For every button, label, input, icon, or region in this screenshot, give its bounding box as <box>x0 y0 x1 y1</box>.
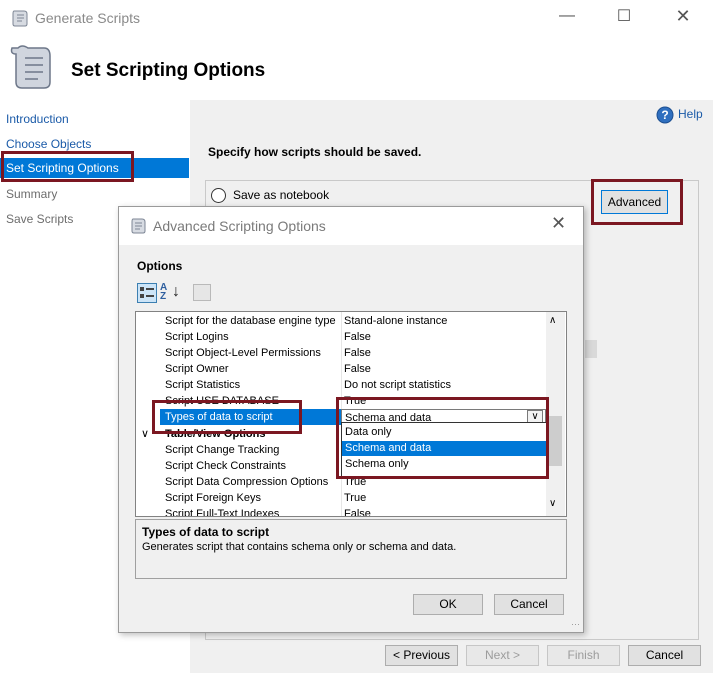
next-button[interactable]: Next > <box>466 645 539 666</box>
row-value: Do not script statistics <box>344 379 451 391</box>
svg-text:?: ? <box>661 108 668 122</box>
maximize-button[interactable]: ☐ <box>609 6 639 26</box>
app-icon <box>10 8 30 31</box>
row-name: Script Owner <box>165 363 229 375</box>
row-value: True <box>344 492 367 504</box>
property-pages-icon[interactable] <box>193 284 211 301</box>
row-value: False <box>344 508 371 517</box>
dropdown-option-data-only[interactable]: Data only <box>342 425 546 440</box>
row-name: Script Change Tracking <box>165 444 280 456</box>
row-name: Types of data to script <box>160 409 341 425</box>
grid-row[interactable]: Script USE DATABASE True <box>136 393 546 409</box>
grid-row[interactable]: Script Object-Level Permissions False <box>136 345 546 361</box>
row-name: Script Statistics <box>165 379 241 391</box>
row-name: Script Full-Text Indexes <box>165 508 280 517</box>
grid-row[interactable]: Script for the database engine type Stand… <box>136 313 546 329</box>
grid-row[interactable]: Script Foreign Keys True <box>136 490 546 506</box>
previous-button[interactable]: < Previous <box>385 645 458 666</box>
dialog-title: Advanced Scripting Options <box>153 218 326 234</box>
section-title: Table/View Options <box>165 428 266 440</box>
row-value: False <box>344 347 371 359</box>
dropdown-option-schema-and-data[interactable]: Schema and data <box>342 441 546 456</box>
grid-scrollbar[interactable]: ∧ ∨ <box>546 312 565 516</box>
description-title: Types of data to script <box>142 525 270 539</box>
dialog-cancel-button[interactable]: Cancel <box>494 594 564 615</box>
save-notebook-option[interactable]: Save as notebook <box>211 188 330 204</box>
help-icon[interactable]: ? <box>656 106 674 127</box>
grid-row[interactable]: Script Logins False <box>136 329 546 345</box>
dialog-icon <box>129 217 147 238</box>
collapse-icon[interactable]: ∨ <box>141 426 149 442</box>
row-name: Script Object-Level Permissions <box>165 347 321 359</box>
advanced-scripting-dialog: Advanced Scripting Options ✕ Options AZ … <box>118 206 584 633</box>
sort-arrow-icon: ↓ <box>172 283 180 300</box>
footer-cancel-button[interactable]: Cancel <box>628 645 701 666</box>
close-button[interactable]: ✕ <box>668 6 698 27</box>
row-value: False <box>344 363 371 375</box>
row-value: Stand-alone instance <box>344 315 448 327</box>
options-label: Options <box>137 259 183 273</box>
ok-button[interactable]: OK <box>413 594 483 615</box>
row-name: Script Foreign Keys <box>165 492 261 504</box>
radio-icon[interactable] <box>211 188 226 204</box>
nav-item-summary[interactable]: Summary <box>0 184 189 204</box>
row-name: Script USE DATABASE <box>165 395 279 407</box>
row-name: Script Check Constraints <box>165 460 287 472</box>
dialog-close-icon[interactable]: ✕ <box>551 213 566 234</box>
advanced-button[interactable]: Advanced <box>601 190 668 214</box>
partial-control <box>585 340 597 358</box>
description-text: Generates script that contains schema on… <box>142 541 457 553</box>
page-title: Set Scripting Options <box>71 60 266 81</box>
help-link[interactable]: Help <box>678 107 703 121</box>
nav-item-choose-objects[interactable]: Choose Objects <box>0 134 189 154</box>
nav-item-set-scripting-options[interactable]: Set Scripting Options <box>0 158 189 178</box>
save-notebook-label: Save as notebook <box>233 188 330 202</box>
description-panel: Types of data to script Generates script… <box>135 519 567 579</box>
nav-item-introduction[interactable]: Introduction <box>0 109 189 129</box>
scroll-up-icon[interactable]: ∧ <box>549 315 556 326</box>
row-name: Script Logins <box>165 331 229 343</box>
scroll-icon <box>10 42 52 95</box>
row-name: Script for the database engine type <box>165 315 336 327</box>
row-value: True <box>344 395 367 407</box>
scroll-thumb[interactable] <box>549 416 562 466</box>
grid-row[interactable]: Script Full-Text Indexes False <box>136 506 546 517</box>
finish-button[interactable]: Finish <box>547 645 620 666</box>
instruction-text: Specify how scripts should be saved. <box>208 145 422 159</box>
types-of-data-dropdown[interactable]: Data only Schema and data Schema only <box>341 422 547 478</box>
scroll-down-icon[interactable]: ∨ <box>549 498 556 509</box>
property-grid: Script for the database engine type Stand… <box>135 311 567 517</box>
grid-row[interactable]: Script Statistics Do not script statistic… <box>136 377 546 393</box>
grid-row[interactable]: Script Owner False <box>136 361 546 377</box>
row-name: Script Data Compression Options <box>165 476 329 488</box>
minimize-button[interactable]: — <box>552 7 582 25</box>
dropdown-option-schema-only[interactable]: Schema only <box>342 457 546 472</box>
resize-grip-icon[interactable]: ⋯ <box>571 619 580 630</box>
row-value: False <box>344 331 371 343</box>
categorized-icon[interactable] <box>137 283 157 303</box>
window-title: Generate Scripts <box>35 10 141 26</box>
